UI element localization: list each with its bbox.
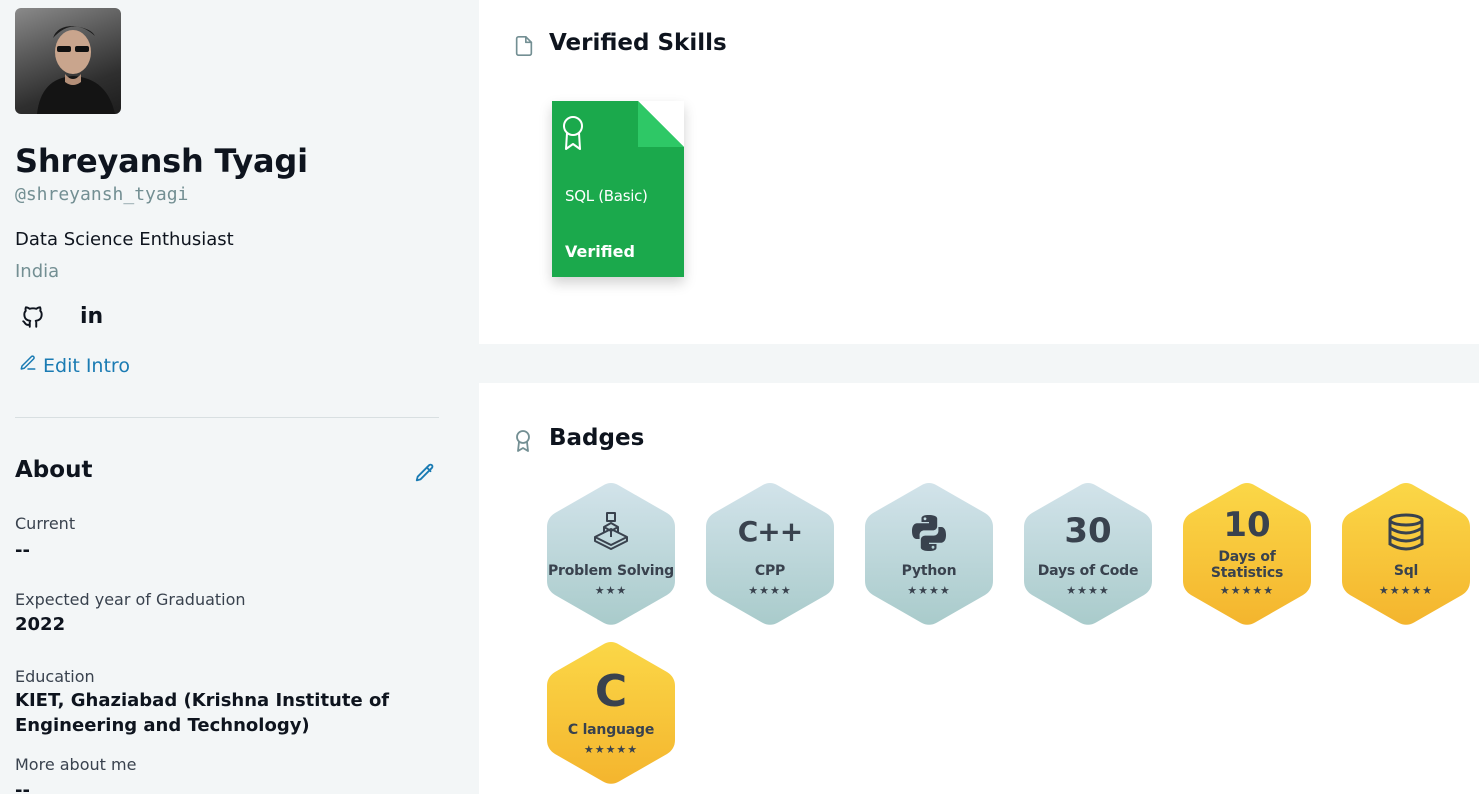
edit-intro-button[interactable]: Edit Intro — [19, 354, 130, 377]
cpp-icon: C++ — [737, 515, 803, 548]
badge-label: Python — [901, 563, 957, 579]
blocks-icon — [545, 511, 677, 555]
profile-sidebar: Shreyansh Tyagi @shreyansh_tyagi Data Sc… — [0, 0, 479, 794]
badge-c-language[interactable]: C C language ★★★★★ — [545, 640, 677, 786]
profile-headline: Data Science Enthusiast — [15, 229, 234, 250]
more-about-label: More about me — [15, 755, 137, 774]
database-icon — [1340, 513, 1472, 555]
avatar[interactable] — [15, 8, 121, 114]
edit-intro-label: Edit Intro — [43, 354, 130, 377]
ten-icon: 10 — [1223, 505, 1271, 545]
badge-label: C language — [567, 722, 655, 738]
badge-label: Problem Solving — [548, 563, 674, 579]
divider — [15, 417, 439, 418]
more-about-value: -- — [15, 780, 30, 794]
medal-icon — [561, 115, 585, 151]
graduation-label: Expected year of Graduation — [15, 590, 246, 609]
about-edit-button[interactable] — [414, 462, 436, 484]
star-rating: ★★★★★ — [1378, 584, 1434, 597]
badge-label-line2: Statistics — [1210, 565, 1284, 581]
linkedin-icon[interactable]: in — [80, 304, 103, 329]
about-title: About — [15, 457, 93, 483]
badge-days-of-statistics[interactable]: 10 Days of Statistics ★★★★★ — [1181, 481, 1313, 627]
badges-title: Badges — [549, 425, 645, 451]
document-icon — [513, 34, 535, 58]
skill-status: Verified — [565, 242, 635, 261]
badge-label: Days of Code — [1037, 563, 1139, 579]
current-value: -- — [15, 540, 30, 561]
pencil-icon — [19, 354, 37, 377]
star-rating: ★★★★★ — [1219, 584, 1275, 597]
current-label: Current — [15, 514, 76, 533]
c-language-icon: C — [594, 666, 628, 717]
github-icon[interactable] — [20, 304, 46, 330]
star-rating: ★★★★ — [748, 584, 792, 597]
graduation-value: 2022 — [15, 614, 66, 635]
profile-handle: @shreyansh_tyagi — [15, 184, 189, 205]
verified-skills-panel: Verified Skills SQL (Basic) Verified — [479, 0, 1479, 344]
badge-cpp[interactable]: C++ CPP ★★★★ — [704, 481, 836, 627]
education-label: Education — [15, 667, 95, 686]
star-rating: ★★★★★ — [583, 743, 639, 756]
badge-label: CPP — [754, 563, 786, 579]
badge-label: Sql — [1393, 563, 1419, 579]
star-rating: ★★★★ — [907, 584, 951, 597]
badge-python[interactable]: Python ★★★★ — [863, 481, 995, 627]
badge-label-line1: Days of — [1218, 549, 1276, 565]
badge-sql[interactable]: Sql ★★★★★ — [1340, 481, 1472, 627]
education-value: KIET, Ghaziabad (Krishna Institute of En… — [15, 690, 390, 736]
badge-icon — [513, 429, 535, 453]
star-rating: ★★★ — [594, 584, 628, 597]
badge-problem-solving[interactable]: Problem Solving ★★★ — [545, 481, 677, 627]
skill-name: SQL (Basic) — [565, 187, 648, 205]
badges-panel: Badges Problem Solving ★★★ C++ CPP ★★★★ … — [479, 383, 1479, 794]
pencil-icon — [415, 463, 434, 482]
profile-name: Shreyansh Tyagi — [15, 142, 308, 180]
python-icon — [863, 513, 995, 557]
verified-skills-title: Verified Skills — [549, 30, 727, 56]
star-rating: ★★★★ — [1066, 584, 1110, 597]
skill-card[interactable]: SQL (Basic) Verified — [552, 101, 684, 277]
profile-country: India — [15, 261, 60, 282]
thirty-icon: 30 — [1064, 511, 1112, 551]
badge-days-of-code[interactable]: 30 Days of Code ★★★★ — [1022, 481, 1154, 627]
